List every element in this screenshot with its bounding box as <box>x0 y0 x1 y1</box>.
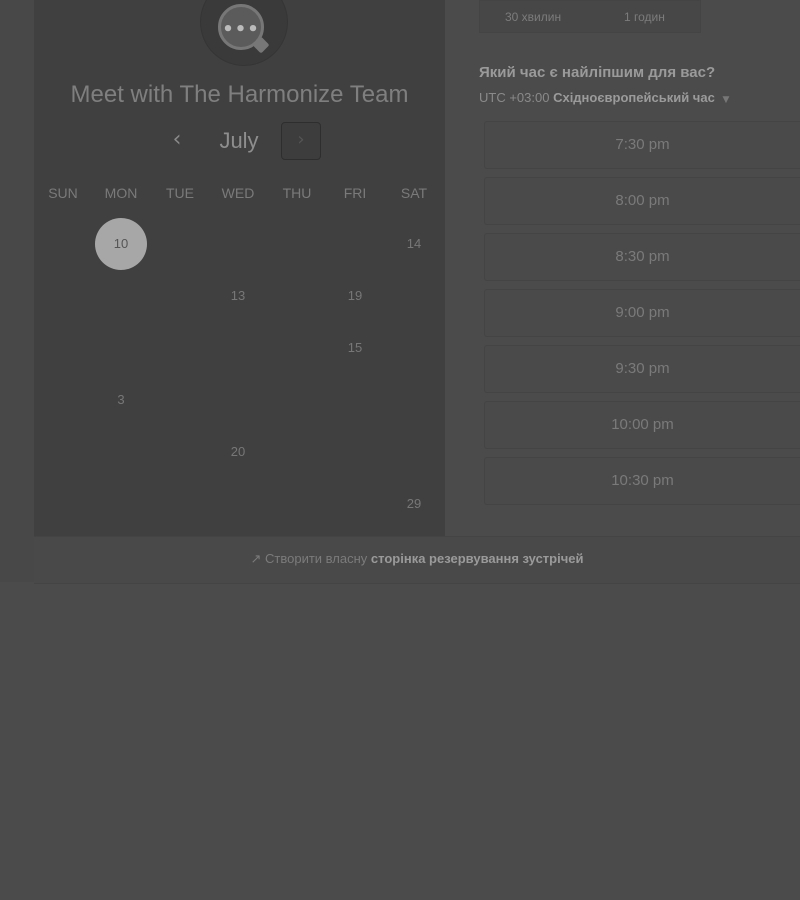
calendar-day <box>95 270 147 322</box>
time-slot[interactable]: 10:00 pm <box>484 401 800 449</box>
timezone-selector[interactable]: UTC +03:00 Східноєвропейський час ▼ <box>479 90 729 105</box>
calendar-day <box>37 374 89 426</box>
time-question: Який час є найліпшим для вас? <box>479 64 716 81</box>
calendar-day <box>95 426 147 478</box>
calendar-day[interactable]: 13 <box>212 270 264 322</box>
calendar-day <box>271 322 323 374</box>
timezone-offset: UTC +03:00 <box>479 90 550 105</box>
calendar-day <box>329 218 381 270</box>
weekday-fri: FRI <box>343 185 367 201</box>
calendar-day <box>271 426 323 478</box>
calendar-day <box>271 374 323 426</box>
calendar-day <box>388 270 440 322</box>
calendar-day <box>212 478 264 530</box>
footer-bar: ↗ Створити власну сторінка резервування … <box>34 536 800 584</box>
calendar-day <box>95 322 147 374</box>
left-strip <box>0 0 34 582</box>
calendar-day <box>154 322 206 374</box>
time-slot[interactable]: 9:30 pm <box>484 345 800 393</box>
calendar-day <box>388 426 440 478</box>
caret-down-icon: ▼ <box>722 95 730 105</box>
calendar-day <box>154 426 206 478</box>
time-slot[interactable]: 9:00 pm <box>484 289 800 337</box>
create-booking-page-link[interactable]: ↗ Створити власну сторінка резервування … <box>34 551 800 567</box>
calendar-day <box>388 322 440 374</box>
calendar-day[interactable]: 19 <box>329 270 381 322</box>
calendar-day <box>212 374 264 426</box>
calendar-day <box>37 426 89 478</box>
calendar-day <box>37 478 89 530</box>
weekday-tue: TUE <box>166 185 194 201</box>
footer-prefix: Створити власну <box>265 551 368 566</box>
time-slot[interactable]: 7:30 pm <box>484 121 800 169</box>
link-icon: ↗ <box>250 551 262 566</box>
calendar-day <box>271 270 323 322</box>
calendar-day <box>95 478 147 530</box>
calendar-day <box>329 478 381 530</box>
calendar-day[interactable]: 29 <box>388 478 440 530</box>
calendar-day <box>154 374 206 426</box>
page-title: Meet with The Harmonize Team <box>70 81 409 108</box>
calendar-day[interactable]: 15 <box>329 322 381 374</box>
calendar-day <box>271 218 323 270</box>
time-slot[interactable]: 8:30 pm <box>484 233 800 281</box>
calendar-day[interactable]: 10 <box>95 218 147 270</box>
calendar-day <box>154 270 206 322</box>
calendar-day <box>212 322 264 374</box>
next-month-button[interactable]: › <box>281 122 321 160</box>
calendar-day <box>37 270 89 322</box>
chat-bubble-icon: ••• <box>218 4 270 54</box>
calendar-day <box>154 478 206 530</box>
time-slot[interactable]: 10:30 pm <box>484 457 800 505</box>
time-slot[interactable]: 8:00 pm <box>484 177 800 225</box>
duration-tabs: 30 хвилин 1 годин <box>479 0 701 33</box>
tab-30-minutes[interactable]: 30 хвилин <box>505 10 561 24</box>
calendar-day <box>271 478 323 530</box>
weekday-wed: WED <box>221 185 255 201</box>
calendar-day <box>37 322 89 374</box>
weekday-sun: SUN <box>48 185 78 201</box>
tab-1-hour[interactable]: 1 годин <box>624 10 665 24</box>
weekday-thu: THU <box>282 185 312 201</box>
calendar-day <box>329 426 381 478</box>
calendar-day[interactable]: 14 <box>388 218 440 270</box>
weekday-sat: SAT <box>400 185 428 201</box>
calendar-day <box>388 374 440 426</box>
calendar-day <box>154 218 206 270</box>
month-label: July <box>219 128 259 153</box>
calendar-day <box>37 218 89 270</box>
calendar-day[interactable]: 20 <box>212 426 264 478</box>
weekday-mon: MON <box>104 185 138 201</box>
footer-link-text: сторінка резервування зустрічей <box>370 551 584 566</box>
prev-month-button[interactable]: ‹ <box>162 126 192 156</box>
timezone-name: Східноєвропейський час <box>553 90 715 105</box>
calendar-panel: ••• Meet with The Harmonize Team ‹ July … <box>34 0 445 536</box>
calendar-day <box>329 374 381 426</box>
calendar-day <box>212 218 264 270</box>
calendar-day[interactable]: 3 <box>95 374 147 426</box>
